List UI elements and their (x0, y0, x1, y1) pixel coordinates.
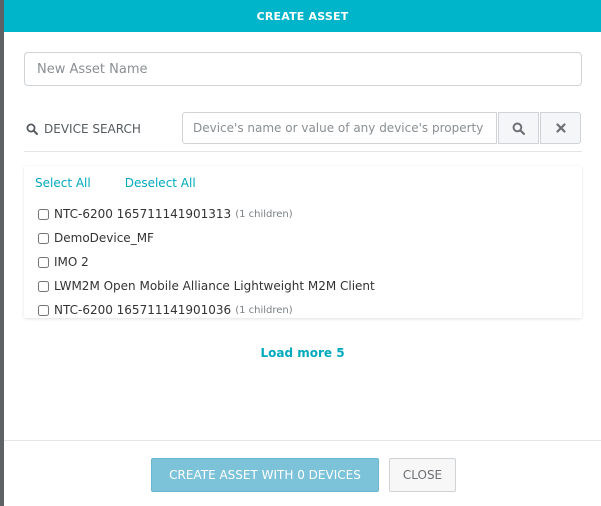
clear-search-button[interactable] (540, 112, 581, 144)
device-name: NTC-6200 165711141901036 (54, 303, 232, 317)
search-button[interactable] (498, 112, 539, 144)
device-name: LWM2M Open Mobile Alliance Lightweight M… (54, 279, 375, 293)
create-asset-button[interactable]: CREATE ASSET WITH 0 DEVICES (151, 458, 379, 492)
load-more-link[interactable]: Load more 5 (4, 346, 601, 360)
children-count: (1 children) (235, 304, 293, 316)
dialog-title: CREATE ASSET (256, 9, 349, 23)
device-checkbox[interactable] (38, 280, 49, 292)
device-search-label-text: DEVICE SEARCH (44, 122, 141, 136)
asset-name-input[interactable] (24, 52, 582, 86)
list-item[interactable]: IMO 2 (38, 250, 375, 274)
dialog-header: CREATE ASSET (4, 0, 601, 32)
device-name: NTC-6200 165711141901313 (54, 207, 232, 221)
search-icon (512, 122, 525, 135)
list-item[interactable]: DemoDevice_MF (38, 226, 375, 250)
device-name: DemoDevice_MF (54, 231, 154, 245)
dialog-footer: CREATE ASSET WITH 0 DEVICES CLOSE (4, 440, 601, 506)
select-all-link[interactable]: Select All (35, 176, 91, 190)
list-item[interactable]: NTC-6200 165711141901313 (1 children) (38, 202, 375, 226)
close-icon (555, 123, 566, 133)
list-item[interactable]: LWM2M Open Mobile Alliance Lightweight M… (38, 274, 375, 298)
device-search-label: DEVICE SEARCH (26, 122, 141, 136)
list-item[interactable]: NTC-6200 165711141901036 (1 children) (38, 298, 375, 322)
device-checkbox[interactable] (38, 256, 49, 268)
device-name: IMO 2 (54, 255, 89, 269)
device-checkbox[interactable] (38, 304, 49, 316)
device-checkbox[interactable] (38, 232, 49, 244)
create-asset-dialog: CREATE ASSET DEVICE SEARCH Select (4, 0, 601, 506)
close-button[interactable]: CLOSE (389, 458, 456, 492)
search-icon (26, 123, 38, 135)
device-checkbox[interactable] (38, 208, 49, 220)
device-search-input[interactable] (182, 112, 497, 144)
device-list-panel: Select All Deselect All NTC-6200 1657111… (24, 166, 582, 318)
selection-links: Select All Deselect All (35, 176, 196, 190)
children-count: (1 children) (235, 208, 293, 220)
deselect-all-link[interactable]: Deselect All (125, 176, 196, 190)
device-search-row: DEVICE SEARCH (24, 112, 582, 152)
device-list: NTC-6200 165711141901313 (1 children) De… (38, 202, 375, 322)
